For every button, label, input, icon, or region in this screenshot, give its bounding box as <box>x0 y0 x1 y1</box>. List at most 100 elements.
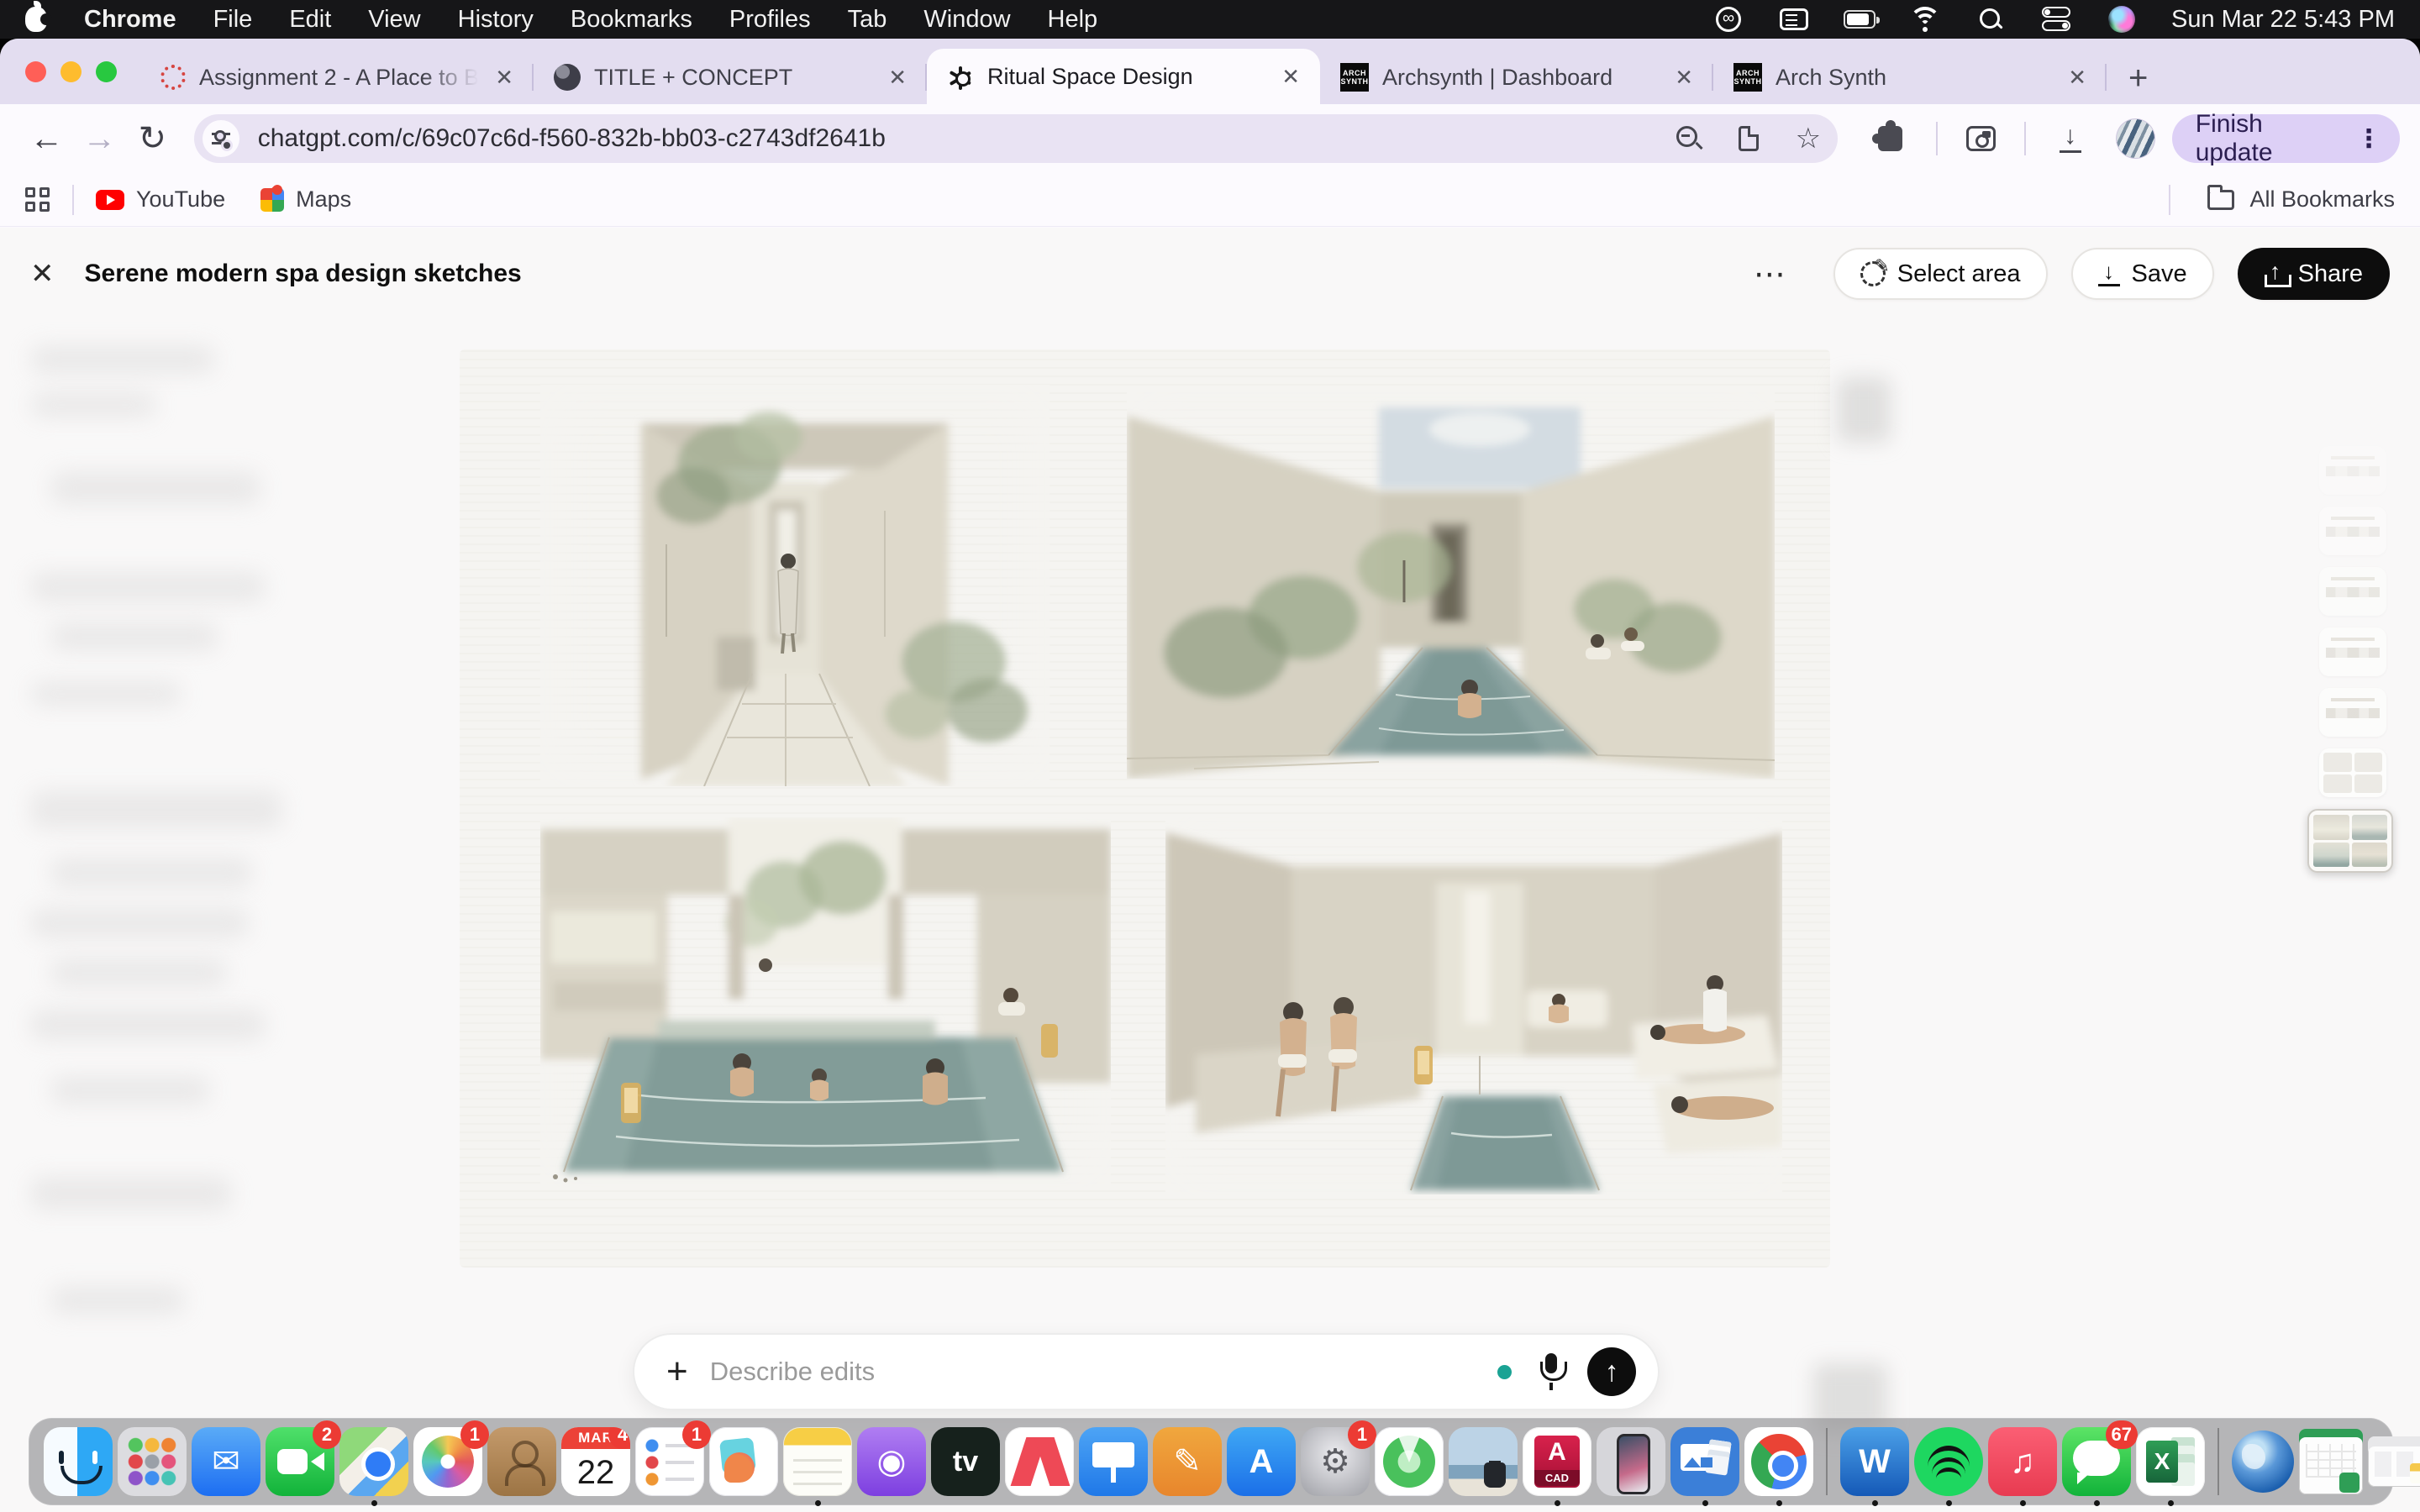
keyboard-manager-icon[interactable] <box>1778 6 1810 33</box>
forward-button[interactable]: → <box>73 120 126 158</box>
all-bookmarks-button[interactable]: All Bookmarks <box>2249 186 2395 213</box>
viewer-more-options-icon[interactable]: ⋯ <box>1754 255 1788 293</box>
tab-search-icon[interactable] <box>1966 126 1996 151</box>
reload-button[interactable]: ↻ <box>126 119 179 158</box>
dock-item-facetime[interactable]: 2 <box>266 1427 334 1496</box>
menu-clock[interactable]: Sun Mar 22 5:43 PM <box>2171 6 2395 34</box>
generated-image-canvas[interactable] <box>460 349 1830 1268</box>
back-button[interactable]: ← <box>20 120 73 158</box>
thumbnail[interactable] <box>2319 688 2386 737</box>
spotlight-icon[interactable] <box>1975 6 2007 33</box>
attach-plus-icon[interactable]: + <box>666 1351 688 1393</box>
new-tab-button[interactable]: + <box>2107 60 2148 104</box>
thumbnail[interactable] <box>2319 507 2386 555</box>
apps-grid-icon[interactable] <box>25 187 50 213</box>
dock-item-system-settings[interactable]: ⚙1 <box>1301 1427 1370 1496</box>
address-bar[interactable]: chatgpt.com/c/69c07c6d-f560-832b-bb03-c2… <box>194 114 1838 163</box>
dock-item-chrome[interactable] <box>1744 1427 1813 1496</box>
tab-ritual-space-design[interactable]: Ritual Space Design✕ <box>927 49 1320 104</box>
thumbnail[interactable] <box>2319 627 2386 676</box>
menu-item-window[interactable]: Window <box>923 6 1010 34</box>
send-button[interactable]: ↑ <box>1587 1347 1636 1396</box>
window-close-button[interactable] <box>25 61 46 82</box>
dock-item-freeform[interactable] <box>709 1427 778 1496</box>
thumbnail[interactable] <box>2319 567 2386 616</box>
finish-update-button[interactable]: Finish update ⋮ <box>2172 114 2400 163</box>
bookmark-star-icon[interactable]: ☆ <box>1796 126 1821 151</box>
dock-item-messages[interactable]: 67 <box>2062 1427 2131 1496</box>
dock-item-contacts[interactable] <box>487 1427 556 1496</box>
downloads-icon[interactable]: ↓ <box>2056 124 2084 153</box>
dock-item-find-my[interactable] <box>1375 1427 1444 1496</box>
browser-menu-kebab-icon[interactable]: ⋮ <box>2356 124 2381 154</box>
tab-arch-synth[interactable]: ARCHSYNTHArch Synth✕ <box>1713 50 2107 104</box>
siri-icon[interactable] <box>2106 6 2138 33</box>
dock-item-notes[interactable] <box>783 1427 852 1496</box>
menu-item-tab[interactable]: Tab <box>848 6 887 34</box>
bookmark-youtube[interactable]: YouTube <box>96 186 225 213</box>
control-center-icon[interactable] <box>2040 6 2072 33</box>
thumbnail-selected[interactable] <box>2307 809 2393 873</box>
describe-edits-input[interactable] <box>710 1357 1489 1387</box>
thumbnail[interactable] <box>2319 446 2386 495</box>
dock-item-spotify[interactable] <box>1914 1427 1983 1496</box>
tab-close-icon[interactable]: ✕ <box>2065 65 2090 91</box>
select-area-button[interactable]: Select area <box>1833 248 2048 300</box>
menu-item-edit[interactable]: Edit <box>289 6 331 34</box>
dock-item-finder-window[interactable] <box>2368 1436 2420 1487</box>
dock-item-keynote[interactable] <box>1079 1427 1148 1496</box>
dock-item-app-store[interactable]: A <box>1227 1427 1296 1496</box>
dock-item-network-globe[interactable] <box>2232 1431 2294 1493</box>
site-info-button[interactable] <box>203 120 239 157</box>
dock-item-word[interactable]: W <box>1840 1427 1909 1496</box>
dock-item-maps[interactable] <box>339 1427 408 1496</box>
dock-item-calendar[interactable]: MAR224 <box>561 1427 630 1496</box>
viewer-close-icon[interactable]: ✕ <box>30 257 55 291</box>
dock-item-launchpad[interactable] <box>118 1427 187 1496</box>
menu-item-help[interactable]: Help <box>1048 6 1098 34</box>
tab-title-concept[interactable]: TITLE + CONCEPT✕ <box>534 50 927 104</box>
menu-app-name[interactable]: Chrome <box>84 6 176 34</box>
adobe-cc-icon[interactable] <box>1712 6 1744 33</box>
zoom-out-icon[interactable] <box>1676 126 1702 151</box>
dock-item-reminders[interactable]: 1 <box>635 1427 704 1496</box>
bookmark-maps[interactable]: Maps <box>260 186 351 213</box>
dock-item-autocad[interactable]: ACAD <box>1523 1427 1591 1496</box>
dock-item-ink-photo-app[interactable] <box>1449 1427 1518 1496</box>
window-minimize-button[interactable] <box>60 61 82 82</box>
tab-close-icon[interactable]: ✕ <box>885 65 910 91</box>
dock-item-excel-window[interactable] <box>2299 1429 2363 1494</box>
dock-item-excel[interactable]: X <box>2136 1427 2205 1496</box>
menu-item-view[interactable]: View <box>368 6 420 34</box>
dock-item-photo-documents-app[interactable] <box>1670 1427 1739 1496</box>
dock-item-iphone-mirroring[interactable] <box>1597 1427 1665 1496</box>
wifi-icon[interactable] <box>1909 6 1941 33</box>
tab-assignment-2-a-place-to-ba[interactable]: Assignment 2 - A Place to Ba✕ <box>140 50 534 104</box>
tab-close-icon[interactable]: ✕ <box>1671 65 1697 91</box>
tab-close-icon[interactable]: ✕ <box>492 65 517 91</box>
save-button[interactable]: ↓ Save <box>2071 248 2214 300</box>
menu-item-bookmarks[interactable]: Bookmarks <box>571 6 692 34</box>
tab-close-icon[interactable]: ✕ <box>1278 64 1303 90</box>
dock-item-photos[interactable]: 1 <box>413 1427 482 1496</box>
dock-item-mail[interactable]: ✉ <box>192 1427 260 1496</box>
dock-item-pages[interactable]: ✎ <box>1153 1427 1222 1496</box>
battery-icon[interactable] <box>1844 6 1876 33</box>
menu-item-history[interactable]: History <box>458 6 534 34</box>
dock-item-finder[interactable] <box>44 1427 113 1496</box>
thumbnail[interactable] <box>2319 748 2386 797</box>
reading-mode-icon[interactable] <box>1739 126 1759 151</box>
extensions-icon[interactable] <box>1878 126 1902 151</box>
tab-archsynth-dashboard[interactable]: ARCHSYNTHArchsynth | Dashboard✕ <box>1320 50 1713 104</box>
profile-avatar[interactable] <box>2116 118 2155 159</box>
dock-item-music[interactable]: ♫ <box>1988 1427 2057 1496</box>
url-text[interactable]: chatgpt.com/c/69c07c6d-f560-832b-bb03-c2… <box>258 124 1676 153</box>
dock-item-podcasts[interactable]: ◉ <box>857 1427 926 1496</box>
menu-item-file[interactable]: File <box>213 6 253 34</box>
edit-composer[interactable]: + ↑ <box>633 1333 1660 1410</box>
microphone-icon[interactable] <box>1537 1353 1565 1390</box>
dock-item-apple-tv[interactable]: tv <box>931 1427 1000 1496</box>
dock-item-news[interactable] <box>1005 1427 1074 1496</box>
menu-item-profiles[interactable]: Profiles <box>729 6 811 34</box>
share-button[interactable]: ↑ Share <box>2238 248 2390 300</box>
